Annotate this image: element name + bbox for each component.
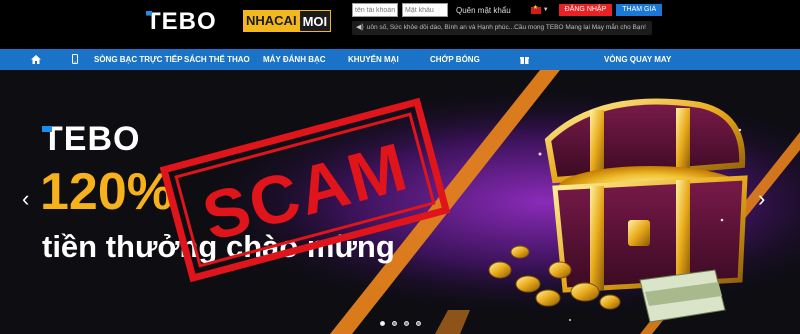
username-input[interactable]: [352, 3, 398, 17]
join-button[interactable]: THAM GIA: [616, 4, 663, 16]
partner-logo-part1: NHACAI: [243, 10, 300, 32]
page: TEBO NHACAI MOI Quên mật khẩu ▼ ĐĂNG NHẬ…: [0, 0, 800, 334]
slide-dot[interactable]: [392, 321, 397, 326]
site-logo[interactable]: TEBO: [146, 8, 217, 36]
nav-lucky-wheel[interactable]: VÒNG QUAY MAY: [604, 49, 671, 70]
next-slide-chevron-icon[interactable]: ›: [758, 188, 765, 210]
slide-dot[interactable]: [380, 321, 385, 326]
hero-banner[interactable]: TEBO 120% tiền thưởng chào mừng SCAM ‹ ›: [0, 70, 800, 334]
chevron-down-icon: ▼: [542, 7, 549, 13]
vietnam-flag-icon: [530, 4, 541, 14]
nav-slots[interactable]: MÁY ĐÁNH BẠC: [263, 49, 326, 70]
gift-icon[interactable]: [520, 49, 529, 70]
slide-dot[interactable]: [416, 321, 421, 326]
partner-logo-part2: MOI: [299, 10, 332, 32]
language-selector[interactable]: ▼: [530, 4, 549, 14]
partner-logo[interactable]: NHACAI MOI: [243, 10, 332, 32]
banner-headline: 120%: [40, 163, 173, 221]
nav-flash-ball[interactable]: CHỚP BÓNG: [430, 49, 480, 70]
mobile-icon[interactable]: [72, 49, 78, 70]
login-button[interactable]: ĐĂNG NHẬP: [558, 4, 613, 16]
banner-brand-text: TEBO: [42, 120, 141, 158]
slide-indicators: [380, 321, 421, 326]
login-row: Quên mật khẩu ▼ ĐĂNG NHẬP THAM GIA: [352, 3, 663, 17]
banner-brand: TEBO: [42, 120, 140, 159]
header: TEBO NHACAI MOI Quên mật khẩu ▼ ĐĂNG NHẬ…: [0, 0, 800, 49]
logo-text: TEBO: [146, 8, 217, 35]
prev-slide-chevron-icon[interactable]: ‹: [22, 188, 29, 210]
marquee-text: uôn số, Sức khỏe dồi dào, Bình an và Hạn…: [366, 24, 646, 31]
slide-dot[interactable]: [404, 321, 409, 326]
nav-promotions[interactable]: KHUYẾN MẠI: [348, 49, 399, 70]
home-icon[interactable]: [31, 49, 41, 70]
forgot-password-link[interactable]: Quên mật khẩu: [456, 6, 511, 15]
main-nav: SÒNG BẠC TRỰC TIẾP SÁCH THỂ THAO MÁY ĐÁN…: [0, 49, 800, 70]
password-input[interactable]: [402, 3, 448, 17]
speaker-icon: ◀): [356, 24, 364, 31]
nav-sportsbook[interactable]: SÁCH THỂ THAO: [184, 49, 250, 70]
announcement-marquee: ◀) uôn số, Sức khỏe dồi dào, Bình an và …: [352, 21, 652, 35]
nav-live-casino[interactable]: SÒNG BẠC TRỰC TIẾP: [94, 49, 182, 70]
